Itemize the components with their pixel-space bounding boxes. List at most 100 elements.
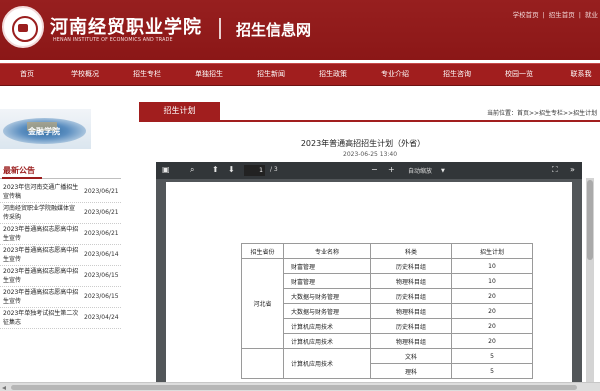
- table-cell: 财富管理: [283, 273, 371, 289]
- list-item[interactable]: 2023年普通高招志愿高中招生宣传 2023/06/21: [0, 224, 121, 245]
- pdf-toolbar: ▣ ⌕ ⬆ ⬇ 1 / 3 − + 自动缩放 ▼ ⛶ »: [156, 162, 582, 179]
- nav-majors[interactable]: 专业介绍: [364, 64, 426, 85]
- table-row: 计算机应用技术 物理科目组 20: [242, 333, 533, 349]
- nav-independent-admission[interactable]: 单独招生: [178, 64, 240, 85]
- page-total: / 3: [270, 166, 278, 173]
- table-row: 计算机应用技术 文科 5: [241, 348, 533, 379]
- list-item[interactable]: 2023年普通高招志愿高中招生宣传 2023/06/15: [0, 266, 121, 287]
- more-tools-icon[interactable]: »: [570, 165, 575, 174]
- site-name: 河南经贸职业学院: [50, 17, 202, 38]
- table-cell: 文科: [370, 348, 452, 364]
- column-header: 招生计划: [451, 243, 533, 259]
- table-cell: 20: [451, 333, 533, 349]
- table-cell: 10: [451, 258, 533, 274]
- news-item-date: 2023/06/15: [84, 272, 119, 279]
- sidebar-toggle-icon[interactable]: ▣: [162, 165, 170, 174]
- nav-admission-policy[interactable]: 招生政策: [302, 64, 364, 85]
- tab-underline: [139, 120, 600, 122]
- news-item-date: 2023/04/24: [84, 314, 119, 321]
- top-links: 学校首页 | 招生首页 | 就业: [511, 9, 600, 19]
- news-item-title[interactable]: 2023年普通高招志愿高中招生宣传: [3, 225, 79, 243]
- breadcrumb: 当前位置：首页>>招生专栏>>招生计划: [487, 110, 598, 117]
- college-logo-icon[interactable]: [2, 6, 44, 48]
- zoom-out-icon[interactable]: −: [371, 165, 378, 174]
- link-employment[interactable]: 就业: [585, 11, 598, 19]
- table-row: 财富管理 物理科目组 10: [242, 273, 533, 289]
- next-page-icon[interactable]: ⬇: [228, 165, 235, 174]
- list-item[interactable]: 2023年普通高招志愿高中招生宣传 2023/06/15: [0, 287, 121, 308]
- nav-admission-news[interactable]: 招生新闻: [240, 64, 302, 85]
- site-name-english: HENAN INSTITUTE OF ECONOMICS AND TRADE: [53, 38, 173, 43]
- table-cell: 计算机应用技术: [283, 348, 371, 379]
- page-number-input[interactable]: 1: [244, 165, 265, 176]
- chevron-down-icon[interactable]: ▼: [441, 168, 445, 174]
- table-cell: 大数据与财务管理: [283, 303, 371, 319]
- news-item-title[interactable]: 2023年普通高招志愿高中招生宣传: [3, 267, 79, 285]
- table-cell: 20: [451, 303, 533, 319]
- news-title-underline: [2, 177, 42, 179]
- table-cell: 物理科目组: [370, 303, 452, 319]
- nav-campus[interactable]: 校园一览: [488, 64, 550, 85]
- tab-admission-plan[interactable]: 招生计划: [139, 102, 220, 120]
- prev-page-icon[interactable]: ⬆: [212, 165, 219, 174]
- news-item-title[interactable]: 2023年单独考试招生第二次征集志: [3, 309, 79, 327]
- table-cell: 财富管理: [283, 258, 371, 274]
- article-title: 2023年普通高招招生计划（外省）: [300, 139, 426, 148]
- table-cell: 物理科目组: [370, 273, 452, 289]
- fullscreen-icon[interactable]: ⛶: [552, 165, 558, 175]
- top-link-separator: |: [542, 11, 545, 19]
- news-item-date: 2023/06/14: [84, 251, 119, 258]
- province-cell: 河北省: [241, 258, 284, 349]
- pdf-vertical-scrollbar[interactable]: [586, 178, 594, 382]
- news-header: 最新公告: [0, 165, 121, 179]
- banner-text: 金融学院: [28, 127, 60, 136]
- table-cell: 计算机应用技术: [283, 333, 371, 349]
- table-row: 河北省 财富管理历史科目组 10: [241, 258, 533, 349]
- table-cell: 物理科目组: [370, 333, 452, 349]
- column-header: 招生省份: [241, 243, 284, 259]
- news-item-date: 2023/06/21: [84, 209, 119, 216]
- table-cell: 理科: [370, 363, 452, 379]
- news-item-title[interactable]: 河南经贸职业学院融媒体宣传采购: [3, 204, 79, 222]
- zoom-in-icon[interactable]: +: [388, 165, 395, 174]
- nav-contact[interactable]: 联系我: [550, 64, 600, 85]
- table-cell: 20: [451, 318, 533, 334]
- main-navigation: 首页 学校概况 招生专栏 单独招生 招生新闻 招生政策 专业介绍 招生咨询 校园…: [0, 63, 600, 86]
- province-cell: [241, 348, 284, 379]
- nav-home[interactable]: 首页: [0, 64, 54, 85]
- list-item[interactable]: 河南经贸职业学院融媒体宣传采购 2023/06/21: [0, 203, 121, 224]
- news-item-date: 2023/06/21: [84, 230, 119, 237]
- search-icon[interactable]: ⌕: [190, 165, 194, 175]
- pdf-page: 招生省份 专业名称 科类 招生计划 河北省 财富管理 历史科目组 10 财富管理 物理科…: [166, 182, 572, 391]
- table-cell: 历史科目组: [370, 318, 452, 334]
- table-cell: 5: [451, 348, 533, 364]
- link-admission-home[interactable]: 招生首页: [549, 11, 575, 19]
- pdf-viewer[interactable]: ▣ ⌕ ⬆ ⬇ 1 / 3 − + 自动缩放 ▼ ⛶ » 招生省份 专业名称 科…: [156, 162, 582, 391]
- news-item-title[interactable]: 2023年信河南交通广播招生宣传稿: [3, 183, 79, 201]
- news-item-title[interactable]: 2023年普通高招志愿高中招生宣传: [3, 288, 79, 306]
- nav-admission-column[interactable]: 招生专栏: [116, 64, 178, 85]
- news-list: 2023年信河南交通广播招生宣传稿 2023/06/21 河南经贸职业学院融媒体宣…: [0, 182, 121, 329]
- nav-school-overview[interactable]: 学校概况: [54, 64, 116, 85]
- table-cell: 10: [451, 273, 533, 289]
- admission-plan-table: 招生省份 专业名称 科类 招生计划 河北省 财富管理 历史科目组 10 财富管理 物理科…: [241, 243, 533, 379]
- column-header: 专业名称: [283, 243, 371, 259]
- campus-banner-image[interactable]: 金融学院: [0, 109, 91, 149]
- table-header-row: 招生省份 专业名称 科类 招生计划: [241, 243, 533, 259]
- site-header: 河南经贸职业学院 HENAN INSTITUTE OF ECONOMICS AN…: [0, 0, 600, 60]
- list-item[interactable]: 2023年单独考试招生第二次征集志 2023/04/24: [0, 308, 121, 329]
- link-school-home[interactable]: 学校首页: [513, 11, 539, 19]
- news-item-title[interactable]: 2023年普通高招志愿高中招生宣传: [3, 246, 79, 264]
- list-item[interactable]: 2023年信河南交通广播招生宣传稿 2023/06/21: [0, 182, 121, 203]
- table-row: 大数据与财务管理 物理科目组 20: [242, 303, 533, 319]
- zoom-select[interactable]: 自动缩放: [408, 166, 432, 175]
- nav-admission-consult[interactable]: 招生咨询: [426, 64, 488, 85]
- article-date: 2023-06-25 13:40: [343, 151, 398, 158]
- horizontal-scrollbar[interactable]: [0, 382, 600, 391]
- table-cell: 大数据与财务管理: [283, 288, 371, 304]
- news-item-date: 2023/06/15: [84, 293, 119, 300]
- table-cell: 计算机应用技术: [283, 318, 371, 334]
- header-divider: [219, 18, 221, 39]
- list-item[interactable]: 2023年普通高招志愿高中招生宣传 2023/06/14: [0, 245, 121, 266]
- table-cell: 20: [451, 288, 533, 304]
